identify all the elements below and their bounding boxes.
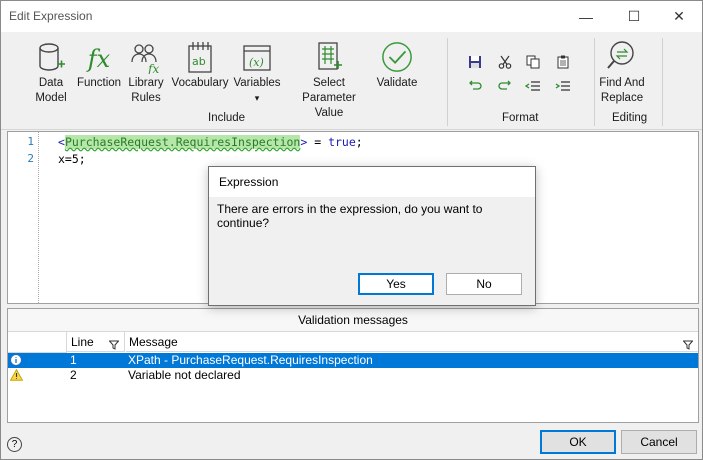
find-and-replace-button[interactable]: Find And Replace bbox=[597, 40, 647, 106]
statement-end: ; bbox=[355, 135, 363, 149]
format-group-label: Format bbox=[502, 112, 539, 124]
dialog-message: There are errors in the expression, do y… bbox=[217, 202, 483, 230]
variables-dropdown-icon[interactable]: ▾ bbox=[255, 93, 260, 103]
svg-text:ab: ab bbox=[192, 55, 206, 68]
editing-group-label: Editing bbox=[612, 112, 648, 124]
validation-messages-title: Validation messages bbox=[8, 309, 698, 332]
ribbon-separator bbox=[594, 38, 595, 126]
cut-icon[interactable] bbox=[495, 52, 515, 72]
fold-guide bbox=[38, 132, 40, 303]
validate-check-icon bbox=[381, 40, 413, 74]
vocabulary-button[interactable]: ab Vocabulary bbox=[171, 40, 229, 91]
svg-text:(x): (x) bbox=[249, 56, 264, 69]
include-group-label: Include bbox=[208, 112, 246, 124]
svg-text:fx: fx bbox=[147, 62, 159, 74]
vocabulary-label: Vocabulary bbox=[171, 77, 229, 89]
field-reference: PurchaseRequest.RequiresInspection bbox=[64, 135, 301, 149]
function-label: Function bbox=[76, 77, 122, 89]
select-parameter-value-label: Select Parameter Value bbox=[302, 77, 356, 119]
yes-button[interactable]: Yes bbox=[358, 273, 434, 295]
line-number: 2 bbox=[27, 152, 34, 165]
data-model-label: Data Model bbox=[35, 77, 67, 104]
warning-icon bbox=[9, 368, 24, 385]
vocabulary-ab-icon: ab bbox=[184, 40, 216, 74]
redo-icon[interactable] bbox=[495, 76, 515, 96]
save-icon[interactable] bbox=[465, 52, 485, 72]
dialog-title: Expression bbox=[209, 167, 535, 197]
maximize-button[interactable]: ☐ bbox=[611, 1, 657, 32]
find-and-replace-label: Find And Replace bbox=[599, 77, 645, 104]
code-text: x=5; bbox=[58, 152, 86, 166]
ribbon-separator bbox=[662, 38, 663, 126]
database-add-icon bbox=[35, 40, 67, 74]
row-message: Variable not declared bbox=[128, 368, 241, 382]
copy-icon[interactable] bbox=[523, 52, 543, 72]
library-rules-button[interactable]: fx Library Rules bbox=[125, 40, 167, 106]
operator: = bbox=[307, 135, 329, 149]
help-icon[interactable]: ? bbox=[7, 437, 22, 452]
select-parameter-value-button[interactable]: Select Parameter Value bbox=[285, 40, 373, 121]
outdent-icon[interactable] bbox=[523, 76, 543, 96]
title-bar: Edit Expression — ☐ ✕ bbox=[1, 1, 702, 32]
value-literal: true bbox=[328, 135, 356, 149]
row-line: 2 bbox=[70, 368, 77, 382]
library-rules-icon: fx bbox=[130, 40, 162, 74]
data-model-button[interactable]: Data Model bbox=[29, 40, 73, 106]
window-title: Edit Expression bbox=[9, 9, 93, 23]
validation-messages-panel: Validation messages Line Message 1 XPath… bbox=[7, 308, 699, 423]
function-fx-icon: fx bbox=[87, 45, 111, 73]
select-parameter-icon bbox=[313, 40, 345, 74]
variables-button[interactable]: (x) Variables ▾ bbox=[231, 40, 283, 106]
row-line: 1 bbox=[70, 353, 77, 367]
table-row[interactable]: 1 XPath - PurchaseRequest.RequiresInspec… bbox=[8, 353, 698, 368]
cancel-button[interactable]: Cancel bbox=[621, 430, 697, 454]
open-bracket: < bbox=[58, 135, 65, 149]
column-header-indicator bbox=[8, 332, 67, 353]
indent-icon[interactable] bbox=[553, 76, 573, 96]
ok-button[interactable]: OK bbox=[540, 430, 616, 454]
undo-icon[interactable] bbox=[465, 76, 485, 96]
row-message: XPath - PurchaseRequest.RequiresInspecti… bbox=[128, 353, 373, 367]
paste-icon[interactable] bbox=[553, 52, 573, 72]
ribbon-separator bbox=[447, 38, 448, 126]
variables-x-icon: (x) bbox=[241, 40, 273, 74]
function-button[interactable]: fx Function bbox=[75, 40, 123, 91]
dialog-footer: ? OK Cancel bbox=[1, 425, 702, 459]
close-button[interactable]: ✕ bbox=[656, 1, 702, 32]
validate-label: Validate bbox=[376, 77, 418, 89]
no-button[interactable]: No bbox=[446, 273, 522, 295]
variables-label: Variables bbox=[233, 77, 281, 89]
code-line-1[interactable]: <PurchaseRequest.RequiresInspection> = t… bbox=[58, 135, 363, 149]
column-message-label: Message bbox=[129, 335, 178, 349]
column-header-line[interactable]: Line bbox=[67, 332, 125, 352]
minimize-button[interactable]: — bbox=[563, 1, 609, 32]
library-rules-label: Library Rules bbox=[128, 77, 164, 104]
ribbon-toolbar: Data Model fx Function fx Library Rules … bbox=[1, 32, 702, 130]
column-line-label: Line bbox=[71, 335, 94, 349]
code-line-2[interactable]: x=5; bbox=[58, 152, 86, 166]
expression-error-dialog: Expression There are errors in the expre… bbox=[208, 166, 536, 306]
validate-button[interactable]: Validate bbox=[374, 40, 420, 91]
table-row[interactable]: 2 Variable not declared bbox=[8, 368, 698, 383]
find-replace-icon bbox=[606, 40, 638, 74]
line-number: 1 bbox=[27, 135, 34, 148]
column-header-message[interactable]: Message bbox=[126, 332, 698, 352]
line-number-gutter: 1 2 bbox=[8, 132, 38, 303]
